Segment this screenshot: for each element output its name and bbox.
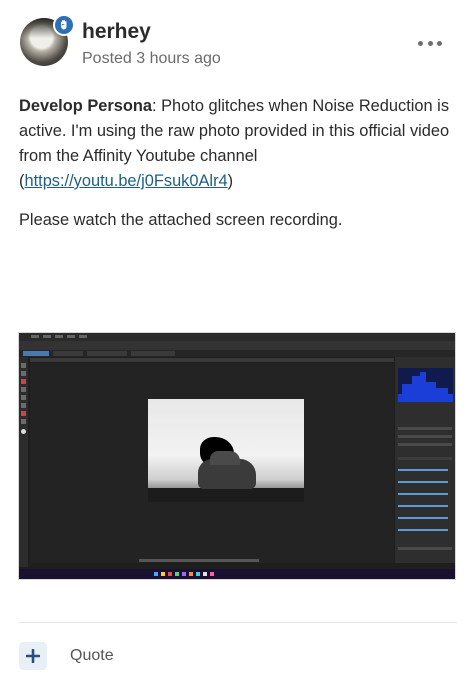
post-text-close: ) — [227, 172, 234, 190]
youtube-link[interactable]: https://youtu.be/j0Fsuk0Alr4 — [24, 172, 227, 190]
post-content: Develop Persona: Photo glitches when Noi… — [19, 94, 457, 247]
screen-recording-attachment[interactable] — [19, 333, 455, 579]
post-paragraph-2: Please watch the attached screen recordi… — [19, 211, 343, 229]
plus-icon[interactable] — [19, 642, 47, 670]
moderator-badge-icon — [53, 14, 75, 36]
divider — [19, 622, 457, 623]
username[interactable]: herhey — [82, 20, 151, 44]
quote-button[interactable]: Quote — [70, 647, 114, 665]
post-paragraph-1: Develop Persona: Photo glitches when Noi… — [19, 94, 457, 194]
more-options-icon[interactable] — [418, 36, 442, 50]
post-bold-lead: Develop Persona — [19, 97, 152, 115]
post-timestamp[interactable]: Posted 3 hours ago — [82, 50, 221, 68]
post-header: herhey Posted 3 hours ago — [18, 14, 458, 74]
